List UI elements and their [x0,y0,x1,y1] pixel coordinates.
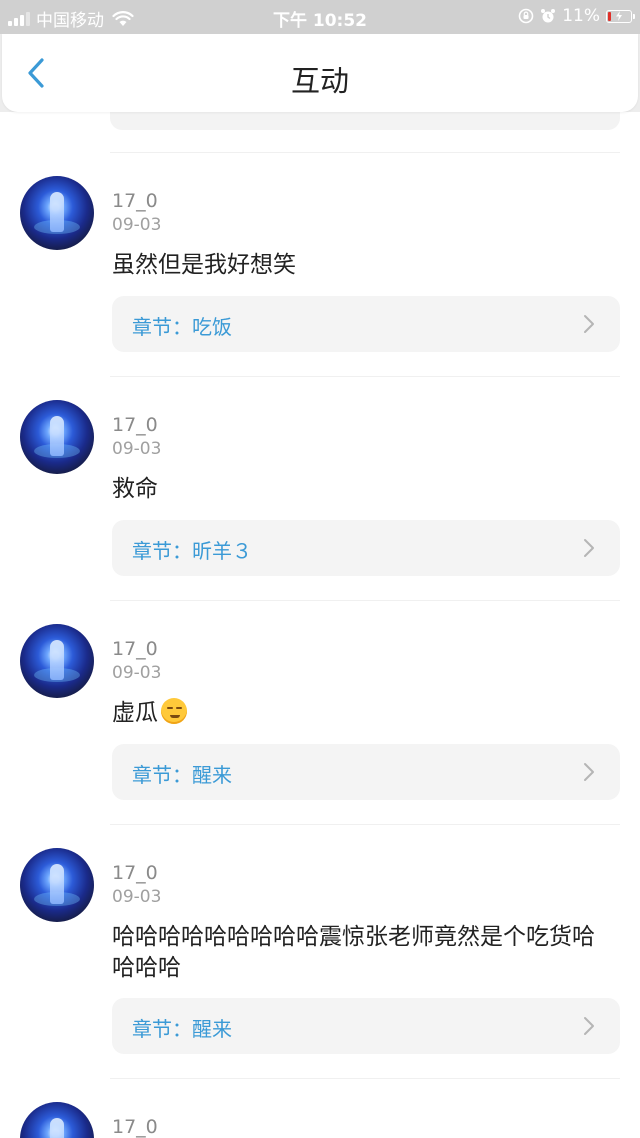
divider [110,376,620,377]
status-right: 11% [496,6,635,26]
comment-date: 09-03 [112,215,162,235]
chapter-label: 章节：吃饭 [132,315,232,339]
alarm-icon [541,9,556,23]
nav-bar: 互动 [2,34,638,112]
chevron-right-icon [584,763,594,781]
comment-date: 09-03 [112,887,162,907]
chapter-label: 章节：昕羊３ [132,539,252,563]
comment-text: 哈哈哈哈哈哈哈哈哈震惊张老师竟然是个吃货哈哈哈哈 [112,924,595,981]
avatar[interactable] [20,624,94,698]
page-title: 互动 [290,64,349,98]
moon-icon [499,10,508,22]
username[interactable]: 17_0 [112,862,158,884]
chapter-label: 章节：醒来 [132,763,232,787]
avatar[interactable] [20,400,94,474]
status-bar: 中国移动 下午 10:52 11% [0,0,640,34]
divider [110,824,620,825]
username[interactable]: 17_0 [112,414,158,436]
comment-text-container: 虚瓜 [112,698,612,729]
divider [110,152,620,153]
comment-date: 09-03 [112,663,162,683]
chapter-link[interactable]: 章节：昕羊３ [112,520,620,576]
comment-date: 09-03 [112,439,162,459]
comment-text: 虽然但是我好想笑 [112,252,296,278]
previous-chapter-card[interactable] [110,112,620,130]
username[interactable]: 17_0 [112,190,158,212]
username[interactable]: 17_0 [112,638,158,660]
username[interactable]: 17_0 [112,1116,158,1138]
comment-text: 虚瓜 [112,700,158,726]
smirk-emoji-icon [161,698,187,724]
chevron-right-icon [584,539,594,557]
chevron-right-icon [584,1017,594,1035]
orientation-lock-icon [518,8,534,24]
comment-list[interactable]: 17_0 09-03 虽然但是我好想笑 章节：吃饭 17_0 09-03 救命 … [0,112,640,1138]
avatar[interactable] [20,1102,94,1138]
avatar[interactable] [20,848,94,922]
chapter-link[interactable]: 章节：吃饭 [112,296,620,352]
chapter-link[interactable]: 章节：醒来 [112,744,620,800]
battery-percent: 11% [562,6,600,26]
comment-text: 救命 [112,476,158,502]
chapter-label: 章节：醒来 [132,1017,232,1041]
avatar[interactable] [20,176,94,250]
chapter-link[interactable]: 章节：醒来 [112,998,620,1054]
battery-icon [606,9,635,23]
divider [110,1078,620,1079]
chevron-right-icon [584,315,594,333]
divider [110,600,620,601]
